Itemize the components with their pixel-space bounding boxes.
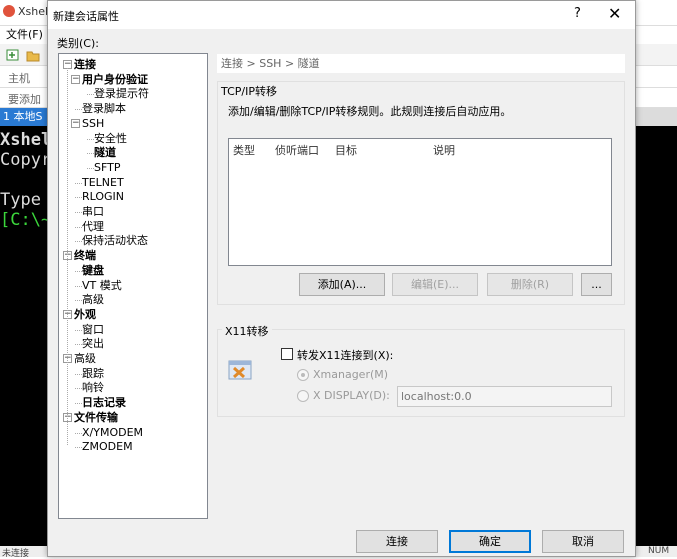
- tree-item[interactable]: 跟踪: [82, 366, 104, 381]
- terminal-line: Copyr: [0, 150, 52, 170]
- terminal-line: Xshel: [0, 130, 52, 150]
- delete-rule-button[interactable]: 删除(R): [487, 273, 573, 296]
- tree-item[interactable]: 代理: [82, 219, 104, 234]
- close-icon[interactable]: ✕: [608, 4, 621, 23]
- x11-group-title: X11转移: [222, 323, 272, 339]
- dialog-title: 新建会话属性: [53, 10, 119, 23]
- x11-icon: [228, 360, 252, 380]
- terminal-prompt: [C:\~: [0, 210, 52, 230]
- tree-connector: [75, 212, 82, 213]
- xdisplay-label: X DISPLAY(D):: [313, 389, 390, 402]
- tree-item[interactable]: 登录脚本: [82, 101, 126, 116]
- connect-button[interactable]: 连接: [356, 530, 438, 553]
- tree-expander-icon[interactable]: −: [71, 118, 80, 128]
- tree-item[interactable]: TELNET: [82, 175, 124, 190]
- xmanager-label: Xmanager(M): [313, 368, 389, 381]
- tree-item[interactable]: 保持活动状态: [82, 233, 148, 248]
- xshell-logo-icon: [3, 5, 15, 17]
- status-right: NUM: [648, 546, 670, 556]
- tcp-group-title: TCP/IP转移: [221, 85, 277, 98]
- tree-item[interactable]: VT 模式: [82, 278, 122, 293]
- tree-connector: [75, 344, 82, 346]
- xdisplay-radio[interactable]: [297, 390, 309, 402]
- tree-connector: [75, 403, 82, 405]
- tree-item[interactable]: RLOGIN: [82, 189, 124, 204]
- ok-button[interactable]: 确定: [449, 530, 531, 553]
- column-header-type[interactable]: 类型: [233, 142, 255, 158]
- tree-item[interactable]: SSH: [82, 116, 104, 131]
- tree-item[interactable]: 响铃: [82, 380, 104, 395]
- tree-item[interactable]: 安全性: [94, 131, 127, 146]
- breadcrumb: 连接 > SSH > 隧道: [217, 54, 625, 73]
- tree-connector: [75, 226, 82, 228]
- session-tab[interactable]: 1 本地S: [0, 108, 48, 126]
- tree-connector: [87, 94, 94, 96]
- tree-expander-icon[interactable]: −: [71, 74, 80, 84]
- edit-rule-button[interactable]: 编辑(E)...: [392, 273, 478, 296]
- tree-item[interactable]: 外观: [74, 307, 96, 322]
- tree-item[interactable]: X/YMODEM: [82, 425, 143, 440]
- tree-connector: [75, 182, 82, 184]
- tree-connector: [75, 285, 82, 287]
- tree-connector: [87, 153, 94, 155]
- tree-item[interactable]: 连接: [74, 57, 96, 72]
- more-button[interactable]: ...: [581, 273, 612, 296]
- tree-item[interactable]: 窗口: [82, 322, 104, 337]
- tree-item[interactable]: 日志记录: [82, 395, 126, 410]
- forward-x11-label: 转发X11连接到(X):: [297, 349, 394, 362]
- tree-connector: [75, 432, 82, 434]
- tree-item[interactable]: ZMODEM: [82, 439, 133, 454]
- column-header-description[interactable]: 说明: [433, 142, 455, 158]
- forwarding-rules-list[interactable]: 类型 侦听端口 目标 说明: [228, 138, 612, 266]
- add-rule-button[interactable]: 添加(A)...: [299, 273, 385, 296]
- tree-connector: [87, 138, 94, 140]
- tree-connector: [75, 270, 82, 272]
- tree-item[interactable]: 隧道: [94, 145, 116, 160]
- new-session-icon[interactable]: [6, 48, 20, 62]
- tree-item[interactable]: 高级: [82, 292, 104, 307]
- column-header-destination[interactable]: 目标: [335, 142, 357, 158]
- menu-file[interactable]: 文件(F): [6, 26, 43, 44]
- tree-item[interactable]: 串口: [82, 204, 104, 219]
- tree-item[interactable]: 用户身份验证: [82, 72, 148, 87]
- tree-connector: [75, 447, 82, 449]
- tree-connector: [75, 109, 82, 111]
- tree-connector: [75, 388, 82, 390]
- tree-connector: [75, 329, 82, 331]
- tcp-description: 添加/编辑/删除TCP/IP转移规则。此规则连接后自动应用。: [228, 105, 512, 118]
- tree-item[interactable]: 突出: [82, 336, 104, 351]
- cancel-button[interactable]: 取消: [542, 530, 624, 553]
- tree-item[interactable]: 高级: [74, 351, 96, 366]
- tree-connector: [75, 373, 82, 375]
- x11-forwarding-group: 转发X11连接到(X): Xmanager(M) X DISPLAY(D): l…: [217, 329, 625, 417]
- tree-item[interactable]: 登录提示符: [94, 86, 149, 101]
- tip-label: 要添加: [8, 93, 41, 106]
- help-button[interactable]: ?: [574, 6, 581, 21]
- tree-connector: [87, 167, 94, 169]
- column-header-listen-port[interactable]: 侦听端口: [275, 142, 319, 158]
- address-label: 主机: [8, 72, 30, 85]
- status-left: 未连接: [2, 549, 30, 559]
- tcp-forwarding-group: TCP/IP转移 添加/编辑/删除TCP/IP转移规则。此规则连接后自动应用。 …: [217, 81, 625, 305]
- category-label: 类别(C):: [57, 37, 99, 50]
- tree-connector: [75, 197, 82, 199]
- open-folder-icon[interactable]: [26, 48, 40, 62]
- forward-x11-checkbox[interactable]: [281, 348, 293, 360]
- session-properties-dialog: 新建会话属性 ? ✕ 类别(C): − 连接 − 用户身份验证 登录提示符 登录脚本 − SS…: [47, 0, 636, 557]
- tree-item[interactable]: SFTP: [94, 160, 120, 175]
- tree-item[interactable]: 文件传输: [74, 410, 118, 425]
- xmanager-radio[interactable]: [297, 369, 309, 381]
- tree-item[interactable]: 终端: [74, 248, 96, 263]
- category-tree[interactable]: − 连接 − 用户身份验证 登录提示符 登录脚本 − SSH 安全性 隧道 SFTP TELNET RL…: [58, 53, 208, 519]
- xdisplay-input[interactable]: localhost:0.0: [397, 386, 612, 407]
- dialog-title-bar: 新建会话属性 ? ✕: [48, 1, 635, 29]
- terminal-line: Type: [0, 190, 41, 210]
- tree-connector: [67, 68, 68, 445]
- tree-item[interactable]: 键盘: [82, 263, 104, 278]
- tree-connector: [75, 241, 82, 243]
- tree-connector: [75, 300, 82, 302]
